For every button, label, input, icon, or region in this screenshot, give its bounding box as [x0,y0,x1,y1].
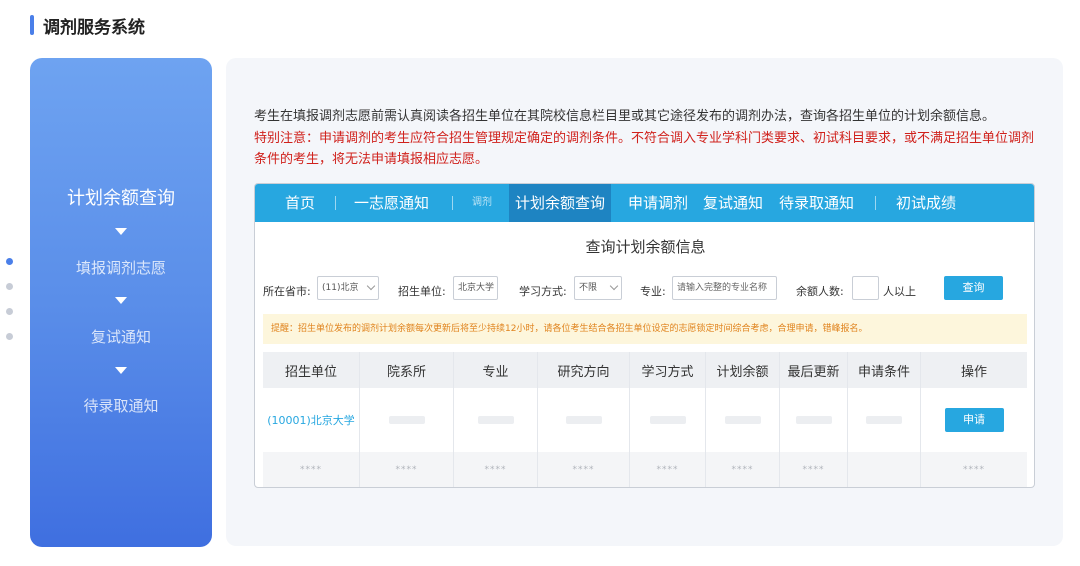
page-header: 调剂服务系统 [30,14,145,38]
province-value: (11)北京 [322,283,359,293]
title-accent-bar [30,15,34,35]
table-cell: **** [706,452,780,487]
major-input[interactable]: 请输入完整的专业名称 [672,276,777,300]
pagination-dots [6,258,13,358]
placeholder-bar [795,416,832,424]
step-fill-adjust[interactable]: 填报调剂志愿 [30,257,212,278]
table-cell: **** [921,452,1027,487]
apply-button[interactable]: 申请 [944,408,1004,432]
study-mode-value: 不限 [579,283,598,293]
pagination-dot-2[interactable] [6,283,13,290]
table-cell [360,388,454,452]
table-cell [538,388,630,452]
table-cell [780,388,848,452]
pagination-dot-3[interactable] [6,308,13,315]
nav-retest[interactable]: 复试通知 [703,184,763,222]
placeholder-bar [649,416,686,424]
down-arrow-icon [115,228,127,235]
unit-link[interactable]: (10001)北京大学 [267,412,355,428]
placeholder-bar [866,416,902,424]
table-cell: (10001)北京大学 [263,388,360,452]
masked-value: **** [484,465,507,475]
study-mode-select[interactable]: 不限 [574,276,622,300]
placeholder-bar [565,416,602,424]
system-screenshot: 首页 一志愿通知 调剂 计划余额查询 申请调剂 复试通知 待录取通知 初试成绩 … [254,183,1035,488]
intro-text: 考生在填报调剂志愿前需认真阅读各招生单位在其院校信息栏目里或其它途径发布的调剂办… [254,109,996,124]
count-suffix: 人以上 [883,285,916,298]
masked-value: **** [395,465,418,475]
table-cell [848,452,921,487]
chevron-down-icon [366,281,376,291]
notice-text: 特别注意：申请调剂的考生应符合招生管理规定确定的调剂条件。不符合调入专业学科门类… [254,131,1035,167]
table-cell: **** [538,452,630,487]
table-header-cell: 研究方向 [538,352,630,388]
table-row: **** **** **** **** **** **** **** **** [263,452,1027,487]
table-header-cell: 学习方式 [630,352,706,388]
table-cell [454,388,538,452]
count-input[interactable] [852,276,879,300]
table-cell: **** [454,452,538,487]
table-cell: 申请 [921,388,1027,452]
unit-input[interactable]: 北京大学 [453,276,498,300]
table-cell [630,388,706,452]
table-header-cell: 操作 [960,364,987,380]
process-sidebar: 计划余额查询 填报调剂志愿 复试通知 待录取通知 [30,58,212,547]
table-cell: **** [360,452,454,487]
pagination-dot-4[interactable] [6,333,13,340]
table-header-cell: 申请条件 [848,352,921,388]
nav-divider [452,196,453,210]
page-title: 调剂服务系统 [43,17,145,38]
nav-admit[interactable]: 待录取通知 [779,184,854,222]
major-label: 专业: [640,285,666,298]
table-cell: **** [780,452,848,487]
tip-banner: 提醒：招生单位发布的调剂计划余额每次更新后将至少持续12小时，请各位考生结合各招… [263,314,1027,344]
chevron-down-icon [609,281,619,291]
table-header-cell: 招生单位 [263,352,360,388]
table-header-cell: 专业 [454,352,538,388]
step-plan-query[interactable]: 计划余额查询 [30,184,212,210]
count-label: 余额人数: [796,285,844,298]
nav-adjust[interactable]: 调剂 [472,184,492,222]
top-nav: 首页 一志愿通知 调剂 计划余额查询 申请调剂 复试通知 待录取通知 初试成绩 [255,184,1034,222]
masked-value: **** [300,465,322,475]
nav-first-choice[interactable]: 一志愿通知 [354,184,429,222]
masked-value: **** [963,465,985,475]
down-arrow-icon [115,367,127,374]
nav-divider [335,196,336,210]
placeholder-bar [388,416,425,424]
table-cell [848,388,921,452]
query-button[interactable]: 查询 [944,276,1003,300]
table-cell: **** [630,452,706,487]
table-header-cell: 最后更新 [780,352,848,388]
table-header-row: 招生单位 院系所 专业 研究方向 学习方式 计划余额 最后更新 申请条件 操作 [263,352,1027,388]
table-cell: **** [263,452,360,487]
study-mode-label: 学习方式: [519,285,567,298]
step-retest-notice[interactable]: 复试通知 [30,326,212,347]
nav-divider [875,196,876,210]
masked-value: **** [731,465,754,475]
table-header-cell: 院系所 [360,352,454,388]
table-cell [706,388,780,452]
province-label: 所在省市: [263,285,311,298]
placeholder-bar [724,416,761,424]
province-select[interactable]: (11)北京 [317,276,379,300]
masked-value: **** [572,465,595,475]
step-admit-notice[interactable]: 待录取通知 [30,395,212,416]
nav-home[interactable]: 首页 [285,184,315,222]
masked-value: **** [656,465,679,475]
pagination-dot-1[interactable] [6,258,13,265]
placeholder-bar [477,416,514,424]
query-title: 查询计划余额信息 [585,238,706,256]
table-row: (10001)北京大学 申请 [263,388,1027,452]
nav-plan-query[interactable]: 计划余额查询 [509,184,612,222]
masked-value: **** [802,465,825,475]
nav-apply[interactable]: 申请调剂 [628,184,688,222]
table-header-cell: 计划余额 [706,352,780,388]
unit-label: 招生单位: [398,285,446,298]
down-arrow-icon [115,297,127,304]
nav-score[interactable]: 初试成绩 [896,184,956,222]
